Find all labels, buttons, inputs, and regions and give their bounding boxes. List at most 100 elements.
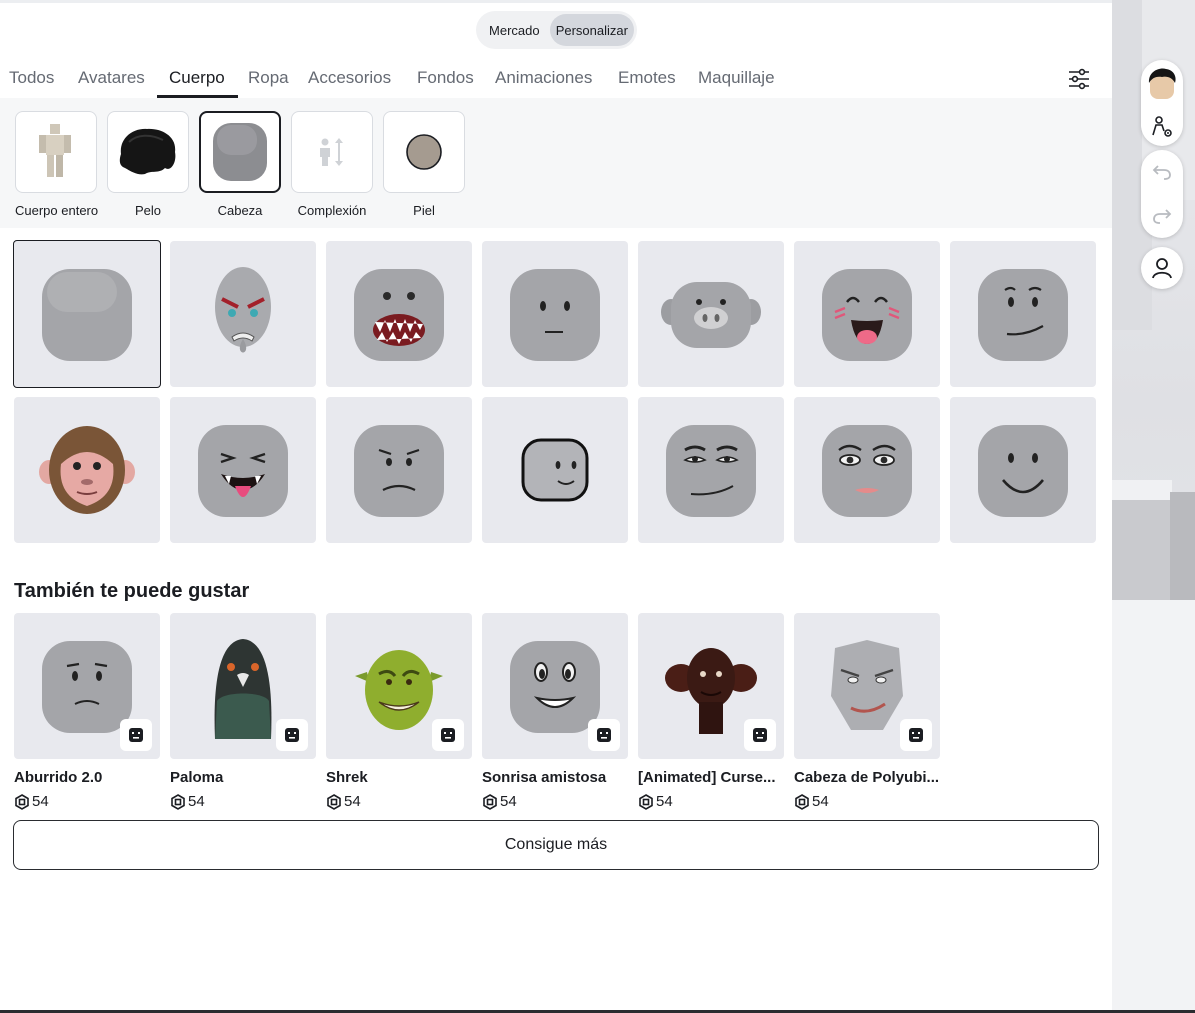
robux-icon: [15, 793, 29, 810]
redo-icon[interactable]: [1152, 207, 1172, 225]
smile-head-icon: [978, 425, 1068, 517]
try-on-button[interactable]: [120, 719, 152, 751]
price-value: 54: [500, 793, 517, 810]
tab-emotes[interactable]: Emotes: [618, 68, 676, 88]
neutral-face-head-icon: [510, 269, 600, 361]
price-value: 54: [188, 793, 205, 810]
try-on-button[interactable]: [276, 719, 308, 751]
get-more-button[interactable]: Consigue más: [13, 820, 1099, 870]
price-value: 54: [812, 793, 829, 810]
top-border: [0, 0, 1112, 3]
rec-price: 54: [170, 793, 205, 810]
angry-bald-head-icon: [215, 267, 271, 353]
skin-tone-icon: [406, 134, 442, 170]
mode-switch: Mercado Personalizar: [476, 11, 637, 49]
rec-item-cursed[interactable]: [638, 613, 784, 759]
tab-cuerpo[interactable]: Cuerpo: [169, 68, 225, 88]
rec-item-aburrido[interactable]: [14, 613, 160, 759]
price-value: 54: [344, 793, 361, 810]
rec-item-sonrisa[interactable]: [482, 613, 628, 759]
tab-animaciones[interactable]: Animaciones: [495, 68, 592, 88]
tab-maquillaje[interactable]: Maquillaje: [698, 68, 775, 88]
try-on-button[interactable]: [588, 719, 620, 751]
robux-icon: [639, 793, 653, 810]
sub-label-build: Complexión: [297, 203, 367, 218]
try-on-button[interactable]: [432, 719, 464, 751]
head-item-man-face[interactable]: [638, 397, 784, 543]
rec-price: 54: [794, 793, 829, 810]
head-item-smile[interactable]: [950, 397, 1096, 543]
tab-todos[interactable]: Todos: [9, 68, 54, 88]
head-item-tongue[interactable]: [170, 397, 316, 543]
avatar-head-icon[interactable]: [1146, 67, 1178, 101]
tab-accesorios[interactable]: Accesorios: [308, 68, 391, 88]
tab-ropa[interactable]: Ropa: [248, 68, 289, 88]
sub-build[interactable]: [291, 111, 373, 193]
price-value: 54: [656, 793, 673, 810]
head-item-smirk[interactable]: [950, 241, 1096, 387]
rec-name[interactable]: Sonrisa amistosa: [482, 769, 628, 786]
rec-name[interactable]: [Animated] Curse...: [638, 769, 784, 786]
user-icon: [1152, 258, 1172, 279]
robux-icon: [795, 793, 809, 810]
scene-block: [1170, 492, 1195, 602]
sliders-icon: [1069, 68, 1089, 90]
rec-item-polyubi[interactable]: [794, 613, 940, 759]
undo-icon[interactable]: [1152, 163, 1172, 181]
man-face-head-icon: [666, 425, 756, 517]
customize-tab[interactable]: Personalizar: [549, 14, 634, 46]
head-item-worried[interactable]: [326, 397, 472, 543]
head-item-plain[interactable]: [13, 240, 161, 388]
sub-label-head: Cabeza: [217, 203, 263, 218]
sub-hair[interactable]: [107, 111, 189, 193]
tab-fondos[interactable]: Fondos: [417, 68, 474, 88]
head-item-pig-snout[interactable]: [638, 241, 784, 387]
rec-price: 54: [482, 793, 517, 810]
robux-icon: [171, 793, 185, 810]
head-item-angry-bald[interactable]: [170, 241, 316, 387]
monkey-head-icon: [39, 426, 135, 514]
scene-floor: [1112, 600, 1195, 1010]
head-item-woman-face[interactable]: [794, 397, 940, 543]
sub-label-hair: Pelo: [134, 203, 162, 218]
polyubi-head-icon: [831, 640, 903, 730]
try-on-button[interactable]: [744, 719, 776, 751]
rec-name[interactable]: Paloma: [170, 769, 316, 786]
rec-item-paloma[interactable]: [170, 613, 316, 759]
rec-price: 54: [14, 793, 49, 810]
rec-name[interactable]: Shrek: [326, 769, 472, 786]
head-icon: [213, 123, 267, 181]
try-on-icon: [129, 728, 143, 742]
try-on-icon: [597, 728, 611, 742]
history-group: [1141, 150, 1183, 238]
tab-avatares[interactable]: Avatares: [78, 68, 145, 88]
market-tab[interactable]: Mercado: [479, 14, 550, 46]
head-item-outline[interactable]: [482, 397, 628, 543]
hair-icon: [119, 128, 176, 175]
head-item-neutral[interactable]: [482, 241, 628, 387]
body-scale-icon: [320, 138, 343, 166]
head-item-shark-mouth[interactable]: [326, 241, 472, 387]
smirk-head-icon: [978, 269, 1068, 361]
try-on-icon: [285, 728, 299, 742]
rec-name[interactable]: Cabeza de Polyubi...: [794, 769, 940, 786]
sub-head[interactable]: [199, 111, 281, 193]
rec-item-shrek[interactable]: [326, 613, 472, 759]
avatar-settings-icon[interactable]: [1150, 115, 1174, 139]
sub-label-skin: Piel: [413, 203, 435, 218]
head-item-monkey[interactable]: [14, 397, 160, 543]
try-on-icon: [753, 728, 767, 742]
rec-name[interactable]: Aburrido 2.0: [14, 769, 160, 786]
profile-button[interactable]: [1141, 247, 1183, 289]
try-on-icon: [909, 728, 923, 742]
try-on-button[interactable]: [900, 719, 932, 751]
head-item-happy-blush[interactable]: [794, 241, 940, 387]
filter-button[interactable]: [1064, 64, 1094, 94]
sub-skin[interactable]: [383, 111, 465, 193]
sub-full-body[interactable]: [15, 111, 97, 193]
woman-face-head-icon: [822, 425, 912, 517]
scene-block: [1112, 500, 1170, 600]
robux-icon: [483, 793, 497, 810]
tongue-head-icon: [198, 425, 288, 517]
pig-snout-head-icon: [661, 282, 761, 348]
